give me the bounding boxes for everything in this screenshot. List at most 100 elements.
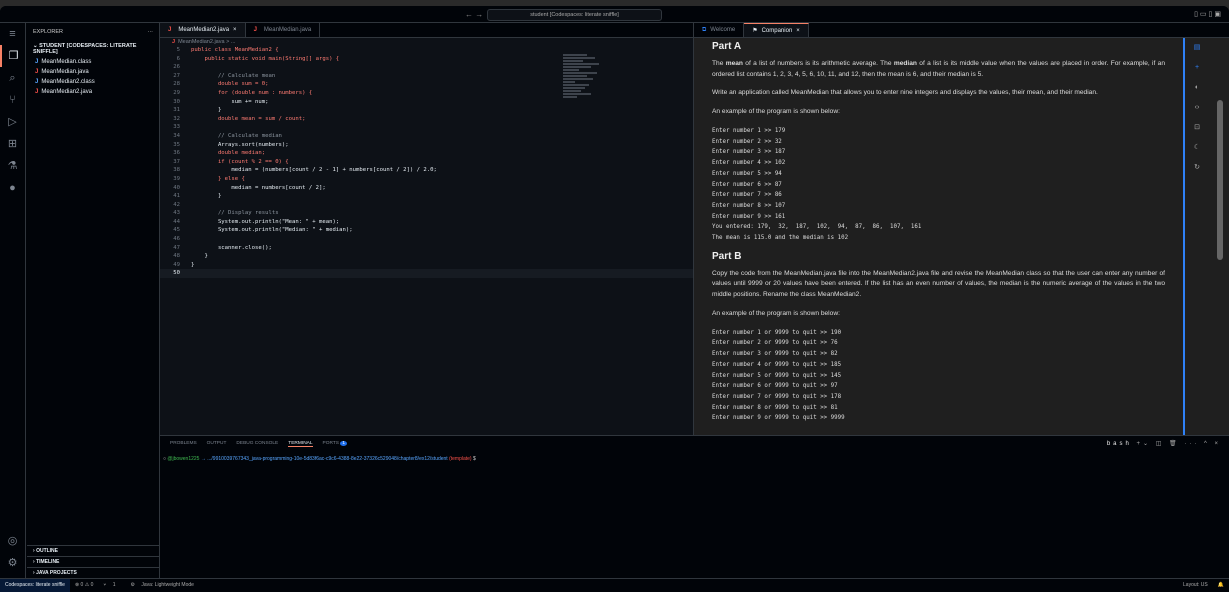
code-line[interactable]: 30 sum += num;	[160, 98, 693, 107]
code-line[interactable]: 36 double median;	[160, 149, 693, 158]
code-line[interactable]: 41 }	[160, 192, 693, 201]
tab-meanmedian-java[interactable]: J MeanMedian.java	[246, 23, 321, 37]
code-line[interactable]: 49}	[160, 261, 693, 270]
vscode-window: ← → student [Codespaces: literate sniffl…	[0, 6, 1229, 592]
add-icon[interactable]: +	[1185, 58, 1209, 78]
code-lines[interactable]: 5 public class MeanMedian2 {6 public stat…	[160, 46, 693, 279]
code-line[interactable]: 50	[160, 269, 693, 279]
workspace-root[interactable]: ⌄ STUDENT [CODESPACES: LITERATE SNIFFLE]	[27, 41, 159, 57]
title-bar: ← → student [Codespaces: literate sniffl…	[0, 6, 1229, 23]
code-line[interactable]: 39 } else {	[160, 175, 693, 184]
code-line[interactable]: 48 }	[160, 252, 693, 261]
code-line[interactable]: 28 double sum = 0;	[160, 80, 693, 89]
terminal-shell-label: bash	[1106, 441, 1132, 447]
part-b-example: Enter number 1 or 9999 to quit >> 190 En…	[712, 329, 845, 422]
search-icon[interactable]: ⌕	[0, 67, 25, 89]
code-line[interactable]: 42	[160, 201, 693, 210]
explorer-icon[interactable]: ❐	[0, 45, 25, 67]
screenshot-icon[interactable]: ⊡	[1185, 118, 1209, 138]
tab-debug-console[interactable]: DEBUG CONSOLE	[236, 441, 278, 447]
menu-icon[interactable]: ≡	[0, 23, 25, 45]
tab-welcome[interactable]: ⧉ Welcome	[694, 23, 745, 37]
run-debug-icon[interactable]: ▷	[0, 111, 25, 133]
settings-gear-icon[interactable]: ⚙	[0, 552, 25, 574]
file-item[interactable]: J MeanMedian.java	[27, 67, 159, 77]
code-line[interactable]: 44 System.out.println("Mean: " + mean);	[160, 218, 693, 227]
java-file-icon: J	[35, 59, 39, 65]
ports-badge: 1	[340, 441, 347, 446]
timeline-section[interactable]: › TIMELINE	[27, 556, 159, 567]
code-line[interactable]: 37 if (count % 2 == 0) {	[160, 158, 693, 167]
tab-problems[interactable]: PROBLEMS	[170, 441, 197, 447]
keyboard-layout[interactable]: Layout: US	[1178, 579, 1213, 592]
ports-count[interactable]: ⑂ 1	[98, 579, 125, 592]
code-line[interactable]: 46	[160, 235, 693, 244]
file-item[interactable]: J MeanMedian2.java	[27, 87, 159, 97]
code-line[interactable]: 34 // Calculate median	[160, 132, 693, 141]
code-line[interactable]: 47 scanner.close();	[160, 244, 693, 253]
status-bar: Codespaces: literate sniffle ⊗ 0 ⚠ 0 ⑂ 1…	[0, 578, 1229, 592]
java-status[interactable]: ⚙ Java: Lightweight Mode	[126, 579, 204, 592]
companion-content: Part A The mean of a list of numbers is …	[694, 38, 1183, 435]
notifications-icon[interactable]: 🔔	[1213, 579, 1229, 592]
code-line[interactable]: 35 Arrays.sort(numbers);	[160, 141, 693, 150]
extensions-icon[interactable]: ⊞	[0, 133, 25, 155]
tab-companion[interactable]: ⚑ Companion ×	[744, 23, 809, 37]
companion-toolbar: ▤ + ◐ ‹› ⊡ ☾ ↻	[1183, 38, 1209, 435]
more-icon[interactable]: ···	[148, 29, 154, 35]
palette-icon[interactable]: ◐	[1185, 78, 1209, 98]
scrollbar[interactable]	[1215, 38, 1225, 435]
part-a-task: Write an application called MeanMedian t…	[712, 89, 1098, 97]
code-line[interactable]: 31 }	[160, 106, 693, 115]
book-icon[interactable]: ▤	[1185, 38, 1209, 58]
code-line[interactable]: 38 median = (numbers[count / 2 - 1] + nu…	[160, 166, 693, 175]
nav-arrows[interactable]: ← →	[465, 10, 483, 19]
part-b-task: Copy the code from the MeanMedian.java f…	[712, 269, 1165, 299]
part-a-example: Enter number 1 >> 179 Enter number 2 >> …	[712, 127, 922, 242]
account-icon[interactable]: ◎	[0, 530, 25, 552]
refresh-icon[interactable]: ↻	[1185, 158, 1209, 178]
tab-terminal[interactable]: TERMINAL	[288, 441, 313, 447]
source-control-icon[interactable]: ⑂	[0, 89, 25, 111]
code-line[interactable]: 33	[160, 123, 693, 132]
part-a-heading: Part A	[712, 41, 742, 52]
outline-section[interactable]: › OUTLINE	[27, 545, 159, 556]
code-line[interactable]: 29 for (double num : numbers) {	[160, 89, 693, 98]
file-item[interactable]: J MeanMedian.class	[27, 57, 159, 67]
part-b-heading: Part B	[712, 250, 742, 262]
remote-indicator[interactable]: Codespaces: literate sniffle	[0, 579, 70, 592]
testing-icon[interactable]: ⚗	[0, 155, 25, 177]
code-line[interactable]: 27 // Calculate mean	[160, 72, 693, 81]
problems-count[interactable]: ⊗ 0 ⚠ 0	[70, 579, 98, 592]
companion-pane: ⧉ Welcome ⚑ Companion × Part A The mean of …	[694, 23, 1229, 435]
theme-icon[interactable]: ☾	[1185, 138, 1209, 158]
file-item[interactable]: J MeanMedian2.class	[27, 77, 159, 87]
explorer-title: EXPLORER	[33, 29, 63, 35]
code-line[interactable]: 43 // Display results	[160, 209, 693, 218]
java-file-icon: J	[35, 79, 39, 85]
code-line[interactable]: 32 double mean = sum / count;	[160, 115, 693, 124]
close-icon: ×	[233, 27, 237, 33]
part-b-example-label: An example of the program is shown below…	[712, 309, 840, 317]
tab-output[interactable]: OUTPUT	[207, 441, 227, 447]
code-line[interactable]: 45 System.out.println("Median: " + media…	[160, 226, 693, 235]
terminal-toolbar[interactable]: bash +⌄ ◫ 🗑 ··· ^ ×	[1107, 440, 1221, 447]
code-line[interactable]: 6 public static void main(String[] args)…	[160, 54, 693, 64]
code-icon[interactable]: ‹›	[1185, 98, 1209, 118]
code-line[interactable]: 5 public class MeanMedian2 {	[160, 46, 693, 55]
explorer-sidebar: EXPLORER ··· ⌄ STUDENT [CODESPACES: LITER…	[27, 23, 160, 578]
java-file-icon: J	[35, 89, 39, 95]
java-file-icon: J	[35, 69, 39, 75]
tab-ports[interactable]: PORTS 1	[323, 441, 347, 447]
terminal-panel: PROBLEMS OUTPUT DEBUG CONSOLE TERMINAL P…	[160, 435, 1229, 578]
command-center-search[interactable]: student [Codespaces: literate sniffle]	[487, 9, 662, 21]
terminal-output[interactable]: ○ @jbowen1225 → .../9910039767343_java-p…	[160, 452, 1229, 466]
code-line[interactable]: 26	[160, 63, 693, 72]
breadcrumb[interactable]: J MeanMedian2.java > ...	[160, 38, 693, 46]
layout-toggle-icons[interactable]: ▯▭▯▣	[1194, 10, 1223, 18]
java-projects-section[interactable]: › JAVA PROJECTS	[27, 567, 159, 578]
tab-meanmedian2-java[interactable]: J MeanMedian2.java ×	[160, 23, 246, 37]
github-icon[interactable]: ●	[0, 177, 25, 199]
minimap[interactable]	[563, 53, 603, 153]
code-line[interactable]: 40 median = numbers[count / 2];	[160, 184, 693, 193]
